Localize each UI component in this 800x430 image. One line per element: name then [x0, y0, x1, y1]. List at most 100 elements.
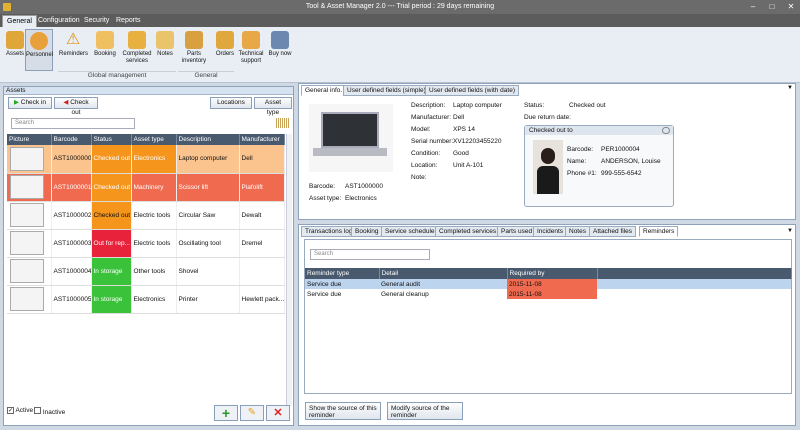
assets-table-header: Picture Barcode Status Asset type Descri…: [7, 134, 285, 145]
tab-udf-simple[interactable]: User defined fields (simple): [343, 85, 430, 96]
collapse-icon[interactable]: [662, 127, 670, 134]
tab-service-schedule[interactable]: Service schedule: [381, 226, 439, 237]
tab-transactions-log[interactable]: Transactions log: [301, 226, 357, 237]
row-status: Checked out: [91, 173, 132, 202]
barcode-label: Barcode:: [309, 183, 336, 190]
asset-type-button[interactable]: Asset type: [254, 97, 292, 116]
row-status: In storage: [91, 257, 132, 286]
check-in-button[interactable]: ▶ Check in: [8, 97, 52, 109]
table-row[interactable]: AST1000005 In storage Electronics Printe…: [7, 285, 285, 314]
inactive-filter[interactable]: Inactive: [34, 407, 65, 417]
support-icon: [242, 31, 260, 49]
parts-icon: [185, 31, 203, 49]
tab-general[interactable]: General: [2, 15, 37, 27]
ribbon-parts-inventory-button[interactable]: Parts inventory: [178, 29, 210, 71]
tab-configuration[interactable]: Configuration: [34, 15, 84, 27]
printer-thumbnail: [10, 287, 44, 311]
ribbon-notes-button[interactable]: Notes: [154, 29, 176, 71]
status-value: Checked out: [569, 102, 606, 109]
tab-attached-files[interactable]: Attached files: [589, 226, 637, 237]
tab-notes[interactable]: Notes: [565, 226, 590, 237]
table-row[interactable]: AST1000000 Checked out Electronics Lapto…: [7, 145, 285, 174]
tab-security[interactable]: Security: [80, 15, 113, 27]
assets-search-input[interactable]: Search: [11, 118, 135, 129]
edit-icon[interactable]: ✎: [240, 405, 264, 421]
reminders-search-input[interactable]: Search: [310, 249, 430, 260]
tab-booking[interactable]: Booking: [351, 226, 383, 237]
checked-out-to-header: Checked out to: [525, 126, 673, 135]
tab-reports[interactable]: Reports: [112, 15, 145, 27]
table-row[interactable]: AST1000002 Checked out Electric tools Ci…: [7, 201, 285, 230]
check-out-button[interactable]: ◀ Check out: [54, 97, 98, 116]
reminder-date: 2015-11-08: [507, 289, 597, 299]
assets-scrollbar[interactable]: [286, 134, 292, 406]
show-source-button[interactable]: Show the source of this reminder: [305, 402, 381, 420]
active-checkbox[interactable]: ✓: [7, 407, 14, 414]
col-detail[interactable]: Detail: [379, 268, 508, 279]
table-row[interactable]: AST1000001 Checked out Machinery Scissor…: [7, 173, 285, 202]
menu-bar: General Configuration Security Reports: [0, 14, 800, 27]
field-value: XV12203455220: [453, 138, 502, 145]
group-global-management: Global management: [58, 71, 176, 80]
row-asset-type: Other tools: [131, 257, 177, 286]
maximize-button[interactable]: □: [763, 0, 781, 14]
add-icon[interactable]: +: [214, 405, 238, 421]
inactive-checkbox[interactable]: [34, 407, 41, 414]
laptop-screen: [321, 112, 379, 148]
close-button[interactable]: ✕: [782, 0, 800, 14]
col-reminder-type[interactable]: Reminder type: [305, 268, 380, 279]
table-row[interactable]: AST1000004 In storage Other tools Shovel: [7, 257, 285, 286]
tab-parts-used[interactable]: Parts used: [497, 226, 537, 237]
row-barcode: AST1000000: [51, 145, 92, 174]
ribbon-completed-services-button[interactable]: Completed services: [120, 29, 154, 71]
col-asset-type[interactable]: Asset type: [131, 134, 177, 145]
barcode-icon[interactable]: [276, 118, 290, 128]
ribbon-personnel-button[interactable]: Personnel: [25, 29, 53, 71]
col-status[interactable]: Status: [91, 134, 132, 145]
col-picture[interactable]: Picture: [7, 134, 52, 145]
check-in-icon: ▶: [13, 99, 19, 106]
row-asset-type: Electronics: [131, 145, 177, 174]
app-icon: [3, 3, 11, 11]
ribbon-booking-button[interactable]: Booking: [91, 29, 119, 71]
person-field-value: PER1000004: [601, 146, 640, 153]
col-manufacturer[interactable]: Manufacturer: [239, 134, 285, 145]
assets-table: Picture Barcode Status Asset type Descri…: [7, 134, 285, 314]
ribbon-reminders-button[interactable]: ⚠ Reminders: [59, 29, 88, 71]
ribbon-buy-now-button[interactable]: Buy now: [266, 29, 294, 71]
tab-completed-services[interactable]: Completed services: [435, 226, 501, 237]
tab-udf-date[interactable]: User defined fields (with date): [425, 85, 519, 96]
ribbon-technical-support-button[interactable]: Technical support: [236, 29, 266, 71]
reminder-date: 2015-11-08: [507, 279, 597, 289]
tab-incidents[interactable]: Incidents: [533, 226, 568, 237]
row-status: Checked out: [91, 201, 132, 230]
modify-source-button[interactable]: Modify source of the reminder: [387, 402, 463, 420]
ribbon-orders-button[interactable]: Orders: [211, 29, 239, 71]
reminder-row[interactable]: Service due General cleanup 2015-11-08: [305, 289, 791, 299]
delete-icon[interactable]: ✕: [266, 405, 290, 421]
notes-icon: [156, 31, 174, 49]
panel-menu-icon[interactable]: ▼: [787, 85, 793, 91]
reminder-row[interactable]: Service due General audit 2015-11-08: [305, 279, 791, 289]
person-field-label: Phone #1:: [567, 170, 597, 177]
col-description[interactable]: Description: [176, 134, 240, 145]
field-value: Good: [453, 150, 469, 157]
col-required-by[interactable]: Required by: [507, 268, 598, 279]
title-bar: Tool & Asset Manager 2.0 --- Trial perio…: [0, 0, 800, 14]
tab-reminders[interactable]: Reminders: [639, 226, 679, 237]
person-field-label: Name:: [567, 158, 587, 165]
tab-general-info[interactable]: General info.: [301, 85, 347, 96]
col-barcode[interactable]: Barcode: [51, 134, 92, 145]
field-label: Location:: [411, 162, 438, 169]
active-filter[interactable]: ✓ Active: [7, 407, 33, 417]
row-status: Out for rep...: [91, 229, 132, 258]
orders-icon: [216, 31, 234, 49]
person-hair: [541, 148, 555, 164]
minimize-button[interactable]: –: [744, 0, 762, 14]
panel-menu-icon[interactable]: ▼: [787, 228, 793, 234]
person-photo: [533, 140, 563, 194]
table-row[interactable]: AST1000003 Out for rep... Electric tools…: [7, 229, 285, 258]
locations-button[interactable]: Locations: [210, 97, 252, 109]
warning-icon: ⚠: [65, 31, 81, 48]
asset-photo: [309, 104, 393, 172]
